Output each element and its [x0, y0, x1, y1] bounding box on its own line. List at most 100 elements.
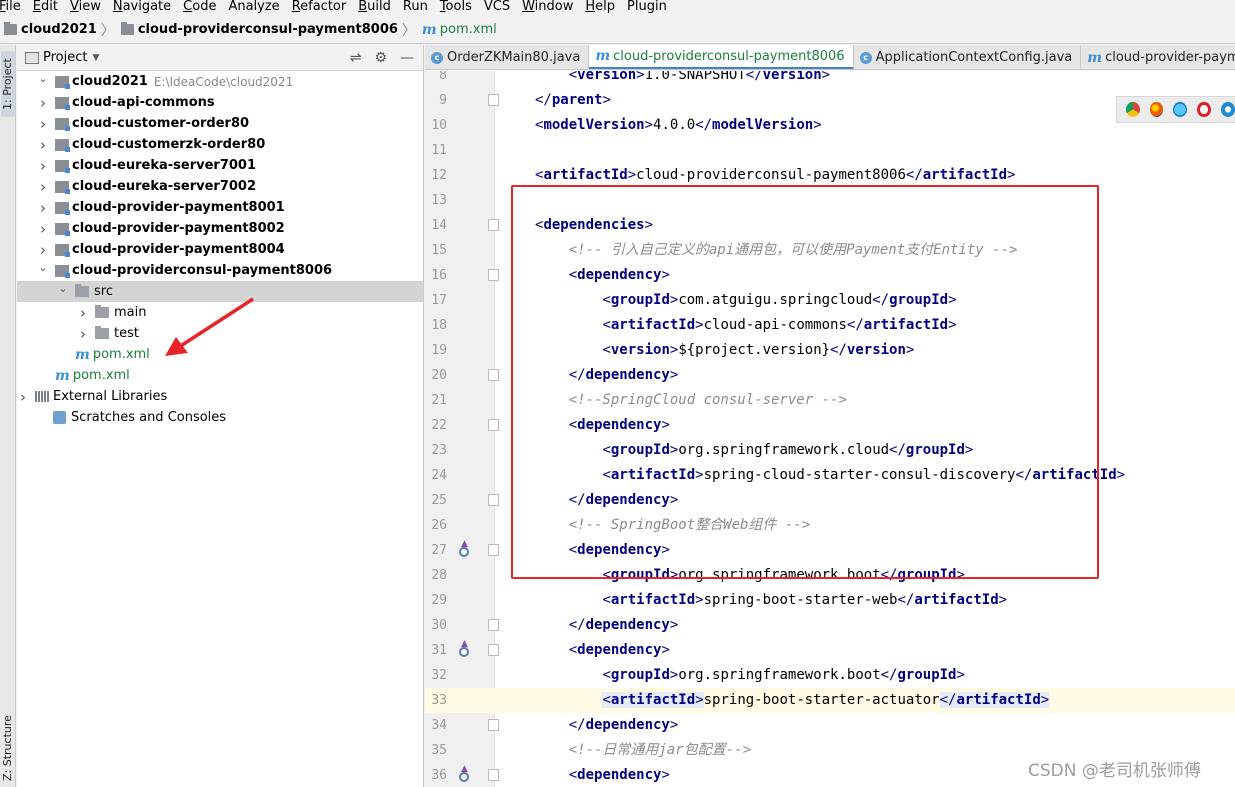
menu-build[interactable]: Build	[357, 0, 391, 14]
fold-marker-icon[interactable]	[488, 419, 499, 431]
menu-edit[interactable]: Edit	[32, 0, 58, 14]
menu-tools[interactable]: Tools	[439, 0, 472, 14]
project-view-selector[interactable]: Project	[43, 50, 87, 65]
menu-view[interactable]: View	[69, 0, 101, 14]
chevron-right-icon[interactable]: ›	[37, 199, 49, 217]
tree-module[interactable]: › cloud-customerzk-order80	[17, 134, 423, 155]
menu-file[interactable]: File	[0, 0, 21, 14]
code-line: 28 <groupId>org.springframework.boot</gr…	[425, 563, 1235, 588]
fold-marker-icon[interactable]	[488, 544, 499, 556]
chevron-right-icon[interactable]: ›	[37, 136, 49, 154]
fold-marker-icon[interactable]	[488, 219, 499, 231]
tree-module[interactable]: › cloud-provider-payment8004	[17, 239, 423, 260]
override-icon[interactable]: ▲	[458, 640, 470, 657]
tree-path: E:\IdeaCode\cloud2021	[153, 74, 294, 89]
tree-module[interactable]: › cloud-provider-payment8001	[17, 197, 423, 218]
tree-module[interactable]: › cloud-eureka-server7001	[17, 155, 423, 176]
chevron-right-icon[interactable]: ›	[37, 241, 49, 259]
fold-marker-icon[interactable]	[488, 369, 499, 381]
tree-label: cloud-eureka-server7002	[72, 179, 257, 194]
menu-plugin[interactable]: Plugin	[626, 0, 667, 14]
chevron-right-icon[interactable]: ›	[37, 157, 49, 175]
code-text: <version>1.0-SNAPSHOT</version>	[568, 71, 831, 83]
breadcrumb-module[interactable]: cloud-providerconsul-payment8006	[120, 22, 398, 37]
gear-icon[interactable]: ⚙	[374, 50, 387, 66]
hide-panel-icon[interactable]: —	[400, 50, 414, 66]
line-number: 16	[431, 268, 447, 283]
chevron-right-icon[interactable]: ›	[77, 304, 89, 322]
tree-module[interactable]: › cloud-eureka-server7002	[17, 176, 423, 197]
chevron-right-icon[interactable]: ›	[17, 388, 29, 406]
code-line: 23 <groupId>org.springframework.cloud</g…	[425, 438, 1235, 463]
fold-marker-icon[interactable]	[488, 769, 499, 781]
chevron-down-icon[interactable]: ⌄	[57, 282, 69, 295]
override-icon[interactable]: ▲	[458, 540, 470, 557]
tree-module[interactable]: › cloud-api-commons	[17, 92, 423, 113]
menu-window[interactable]: Window	[521, 0, 573, 14]
menu-navigate[interactable]: Navigate	[112, 0, 171, 14]
chevron-right-icon[interactable]: ›	[37, 220, 49, 238]
chevron-down-icon[interactable]: ⌄	[37, 261, 49, 274]
chevron-right-icon[interactable]: ›	[37, 178, 49, 196]
tree-scratches[interactable]: Scratches and Consoles	[17, 407, 423, 428]
override-icon[interactable]: ▲	[458, 765, 470, 782]
menu-mnemonic: B	[358, 0, 368, 14]
tree-module[interactable]: › cloud-customer-order80	[17, 113, 423, 134]
module-icon	[55, 243, 70, 257]
chrome-icon[interactable]	[1126, 102, 1140, 117]
editor-tab[interactable]: m cloud-providerconsul-payment8006	[589, 45, 854, 69]
line-number: 10	[431, 118, 447, 133]
tool-tab-project[interactable]: 1: Project	[1, 51, 15, 117]
code-text: <!-- SpringBoot整合Web组件 -->	[568, 517, 811, 533]
code-editor[interactable]: 8 <version>1.0-SNAPSHOT</version> 9 </pare…	[425, 71, 1235, 787]
menu-analyze[interactable]: Analyze	[227, 0, 279, 14]
breadcrumb-project[interactable]: cloud2021	[4, 22, 97, 37]
menu-run[interactable]: Run	[402, 0, 428, 14]
editor-tab[interactable]: mcloud-provider-payment	[1081, 45, 1235, 69]
menu-help[interactable]: Help	[584, 0, 615, 14]
fold-marker-icon[interactable]	[488, 269, 499, 281]
dropdown-arrow-icon[interactable]: ▼	[92, 53, 99, 63]
menu-label: VCS	[483, 0, 511, 14]
editor-tab[interactable]: c ApplicationContextConfig.java	[854, 45, 1082, 69]
project-tree: ⌄ cloud2021 E:\IdeaCode\cloud2021 › cloud-ap…	[17, 71, 423, 428]
tree-root[interactable]: ⌄ cloud2021 E:\IdeaCode\cloud2021	[17, 71, 423, 92]
module-icon	[55, 201, 70, 215]
code-line: 12 <artifactId>cloud-providerconsul-payme…	[425, 163, 1235, 188]
code-line: 31 ▲ <dependency>	[425, 638, 1235, 663]
chevron-right-icon[interactable]: ›	[37, 115, 49, 133]
tree-label: pom.xml	[92, 347, 150, 362]
menu-refactor[interactable]: Refactor	[291, 0, 347, 14]
fold-marker-icon[interactable]	[488, 719, 499, 731]
fold-marker-icon[interactable]	[488, 494, 499, 506]
editor-tab[interactable]: c OrderZKMain80.java	[425, 45, 590, 69]
line-number: 19	[431, 343, 447, 358]
chevron-right-icon[interactable]: ›	[37, 94, 49, 112]
fold-marker-icon[interactable]	[488, 644, 499, 656]
chevron-down-icon[interactable]: ⌄	[37, 72, 49, 85]
menu-code[interactable]: Code	[182, 0, 216, 14]
collapse-all-icon[interactable]: ⇌	[350, 50, 362, 66]
code-text: <modelVersion>4.0.0</modelVersion>	[535, 117, 822, 133]
fold-marker-icon[interactable]	[488, 94, 499, 106]
firefox-icon[interactable]	[1149, 102, 1164, 117]
chevron-right-icon[interactable]: ›	[77, 325, 89, 343]
tree-module[interactable]: ⌄ cloud-providerconsul-payment8006	[17, 260, 423, 281]
tree-label: pom.xml	[72, 368, 130, 383]
tree-root-pom[interactable]: m pom.xml	[17, 365, 423, 386]
code-line: 20 </dependency>	[425, 363, 1235, 388]
tool-tab-structure[interactable]: Z: Structure	[1, 711, 15, 781]
code-line: 13	[425, 188, 1235, 213]
ie-icon[interactable]	[1221, 102, 1235, 117]
fold-marker-icon[interactable]	[488, 619, 499, 631]
line-number: 36	[431, 768, 447, 783]
safari-icon[interactable]	[1173, 102, 1188, 117]
tree-module[interactable]: › cloud-provider-payment8002	[17, 218, 423, 239]
project-panel-header: Project ▼ ⇌ ⚙ —	[17, 45, 423, 71]
opera-icon[interactable]	[1197, 102, 1212, 117]
breadcrumb-file[interactable]: m pom.xml	[422, 22, 497, 38]
line-number: 9	[439, 93, 447, 108]
menu-vcs[interactable]: VCS	[483, 0, 510, 14]
tree-external-libraries[interactable]: › External Libraries	[17, 386, 423, 407]
menu-label: ools	[445, 0, 472, 14]
